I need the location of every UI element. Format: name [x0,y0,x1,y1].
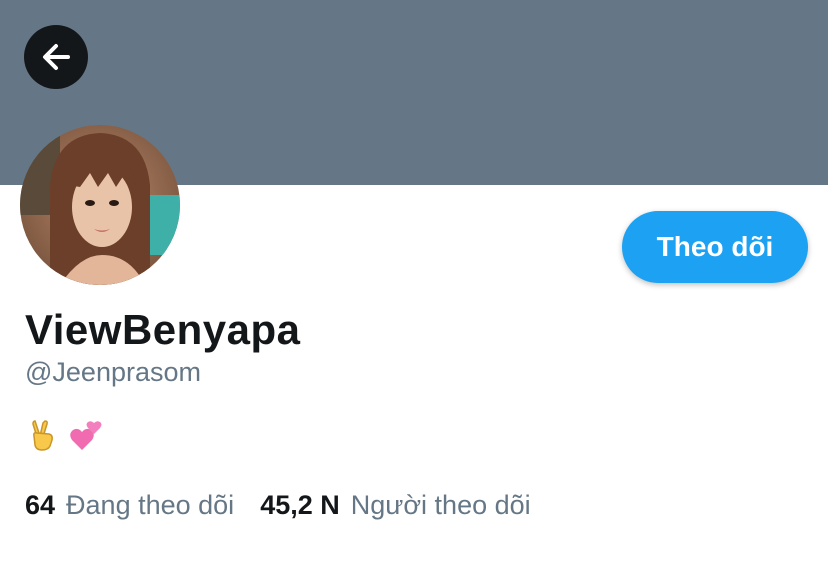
following-count: 64 [25,490,56,520]
following-label: Đang theo dõi [66,490,235,520]
arrow-left-icon [43,44,70,70]
followers-count: 45,2 N [260,490,340,520]
profile-page: Theo dõi ViewBenyapa @Jeenprasom 64 Đang… [0,0,828,571]
user-handle: @Jeenprasom [25,357,201,387]
followers-label: Người theo dõi [350,490,531,520]
following-stat[interactable]: 64 Đang theo dõi [25,490,234,521]
profile-photo [20,125,180,285]
display-name: ViewBenyapa [25,306,301,353]
profile-stats: 64 Đang theo dõi 45,2 N Người theo dõi [25,490,531,521]
follow-button[interactable]: Theo dõi [622,211,808,283]
two-hearts-emoji [70,421,102,450]
victory-hand-emoji [32,420,53,451]
bio [25,418,103,452]
back-button[interactable] [24,25,88,89]
avatar[interactable] [20,125,180,285]
followers-stat[interactable]: 45,2 N Người theo dõi [260,490,530,521]
